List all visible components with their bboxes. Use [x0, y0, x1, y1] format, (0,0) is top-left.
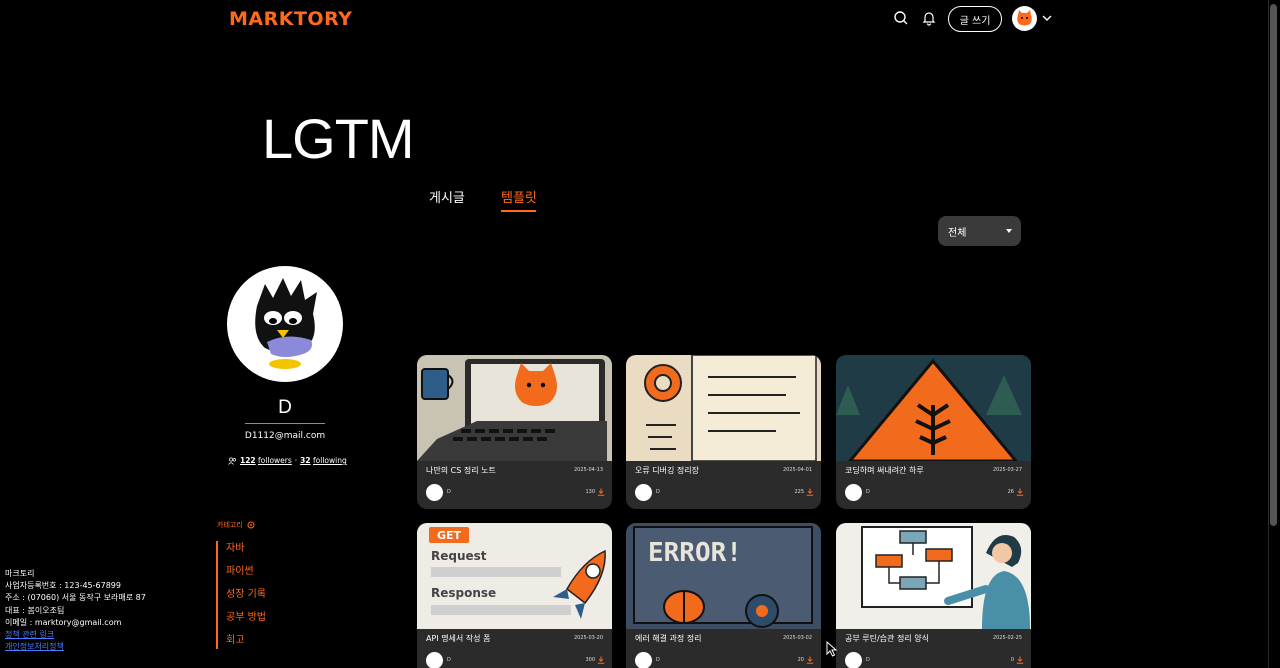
users-icon: [228, 457, 236, 465]
card-date: 2025-04-01: [782, 467, 812, 473]
author-avatar: [845, 484, 862, 501]
error-bug-thumbnail: ERROR!: [626, 523, 821, 629]
template-card[interactable]: 오류 디버깅 정리장 2025-04-01 D 225: [626, 355, 821, 509]
category-item-retro[interactable]: 회고: [226, 633, 266, 656]
category-item-python[interactable]: 파이썬: [226, 564, 266, 587]
privacy-policy-link[interactable]: 개인정보처리정책: [5, 641, 146, 653]
category-title: 카테고리: [217, 521, 243, 529]
download-icon[interactable]: [1016, 488, 1024, 496]
template-card[interactable]: 공부 루틴/습관 정리 양식 2025-02-25 D 0: [836, 523, 1031, 668]
author-avatar: [845, 652, 862, 668]
site-footer: 마크토리 사업자등록번호 : 123-45-67899 주소 : (07060)…: [5, 568, 146, 653]
laptop-cat-thumbnail: [417, 355, 612, 461]
policy-link[interactable]: 정책 관련 링크: [5, 629, 146, 641]
mouse-cursor-icon: [826, 641, 838, 657]
tab-templates[interactable]: 템플릿: [501, 187, 537, 206]
author-avatar: [426, 652, 443, 668]
api-request-label: Request: [431, 549, 487, 563]
caret-down-icon: [1006, 229, 1012, 233]
template-card[interactable]: ERROR! 에러 해결 과정 정리 2025-03-02 D 20: [626, 523, 821, 668]
category-list: 자바 파이썬 성장 기록 공부 방법 회고: [216, 541, 266, 649]
download-count: 130: [585, 489, 595, 495]
api-rocket-thumbnail: GET Request Response: [417, 523, 612, 629]
author-avatar: [635, 652, 652, 668]
following-link[interactable]: 32 following: [300, 456, 347, 465]
card-author: D: [447, 489, 451, 495]
footer-address: 주소 : (07060) 서울 동작구 보라매로 87: [5, 593, 146, 603]
error-heading: ERROR!: [648, 538, 742, 568]
profile-email: D1112@mail.com: [244, 431, 326, 441]
card-date: 2025-03-02: [782, 635, 812, 641]
bell-icon[interactable]: [921, 10, 937, 26]
download-count: 20: [797, 657, 804, 663]
forest-triangle-thumbnail: [836, 355, 1031, 461]
penguin-character-icon: [255, 278, 317, 369]
notebook-gear-thumbnail: [626, 355, 821, 461]
card-date: 2025-03-20: [573, 635, 603, 641]
download-icon[interactable]: [597, 656, 605, 664]
filter-selected-value: 전체: [948, 227, 967, 239]
card-title: API 명세서 작성 폼: [426, 634, 491, 643]
author-avatar: [635, 484, 652, 501]
card-author: D: [656, 489, 660, 495]
scrollbar-thumb[interactable]: [1270, 4, 1277, 526]
card-title: 오류 디버깅 정리장: [635, 466, 699, 475]
card-date: 2025-02-25: [992, 635, 1022, 641]
category-item-growth[interactable]: 성장 기록: [226, 587, 266, 610]
template-card[interactable]: 코딩하며 써내려간 하루 2025-03-27 D 26: [836, 355, 1031, 509]
template-card[interactable]: 나만의 CS 정리 노트 2025-04-13 D 130: [417, 355, 612, 509]
download-icon[interactable]: [806, 656, 814, 664]
footer-biz-no: 사업자등록번호 : 123-45-67899: [5, 581, 121, 591]
api-get-label: GET: [437, 529, 462, 542]
card-author: D: [866, 489, 870, 495]
card-author: D: [866, 657, 870, 663]
footer-ceo: 대표 : 봄이오조팀: [5, 605, 65, 615]
download-count: 225: [794, 489, 804, 495]
whiteboard-person-thumbnail: [836, 523, 1031, 629]
card-date: 2025-03-27: [992, 467, 1022, 473]
download-icon[interactable]: [597, 488, 605, 496]
card-title: 나만의 CS 정리 노트: [426, 466, 496, 475]
footer-company: 마크토리: [5, 569, 35, 578]
footer-email: 이메일 : marktory@gmail.com: [5, 617, 122, 627]
active-tab-indicator: [501, 210, 536, 212]
profile-name: D: [278, 397, 292, 418]
follow-stats: 122 followers · 32 following: [228, 456, 347, 465]
profile-picture: [227, 266, 343, 382]
download-icon[interactable]: [1016, 656, 1024, 664]
download-count: 300: [585, 657, 595, 663]
category-item-study[interactable]: 공부 방법: [226, 610, 266, 633]
category-header: 카테고리: [217, 520, 255, 530]
download-count: 26: [1007, 489, 1014, 495]
settings-gear-icon[interactable]: [247, 521, 255, 529]
page-title: LGTM: [262, 107, 415, 170]
chevron-down-icon[interactable]: [1041, 12, 1053, 24]
cat-avatar-icon: [1017, 10, 1032, 26]
category-item-java[interactable]: 자바: [226, 541, 266, 564]
category-filter-select[interactable]: 전체: [938, 216, 1021, 246]
profile-name-divider: [245, 423, 325, 424]
download-icon[interactable]: [806, 488, 814, 496]
card-title: 공부 루틴/습관 정리 양식: [845, 634, 929, 643]
follow-separator: ·: [294, 456, 298, 465]
tab-posts[interactable]: 게시글: [429, 187, 465, 206]
write-post-button[interactable]: 글 쓰기: [948, 6, 1002, 32]
card-title: 코딩하며 써내려간 하루: [845, 466, 924, 475]
card-author: D: [447, 657, 451, 663]
search-icon[interactable]: [893, 10, 909, 26]
template-card[interactable]: GET Request Response API 명세서 작성 폼 2025-0…: [417, 523, 612, 668]
followers-link[interactable]: 122 followers: [240, 456, 292, 465]
author-avatar: [426, 484, 443, 501]
card-author: D: [656, 657, 660, 663]
marktory-logo[interactable]: MARKTORY: [229, 8, 352, 30]
download-count: 0: [1010, 657, 1014, 663]
user-avatar[interactable]: [1012, 6, 1037, 31]
card-title: 에러 해결 과정 정리: [635, 634, 702, 643]
card-date: 2025-04-13: [573, 467, 603, 473]
api-response-label: Response: [431, 586, 496, 600]
